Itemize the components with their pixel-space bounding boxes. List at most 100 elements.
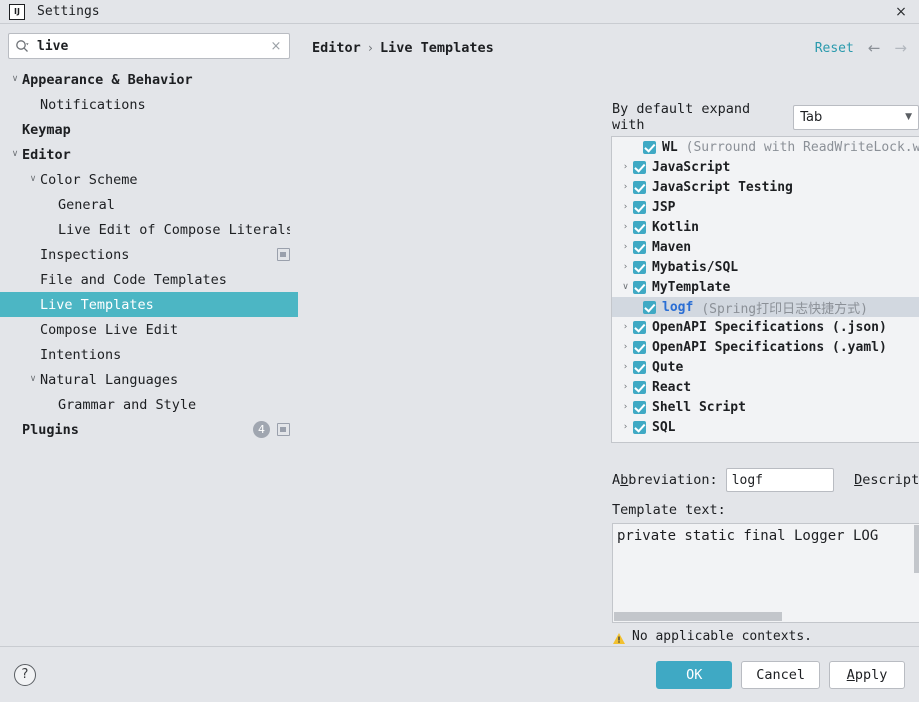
chevron-right-icon[interactable]: › (618, 382, 633, 392)
template-text-vscrollbar[interactable] (914, 525, 919, 573)
sidebar-item-label: File and Code Templates (40, 271, 227, 288)
clear-search-icon[interactable]: × (269, 39, 283, 54)
sidebar-item-notifications[interactable]: ∨Notifications (0, 92, 298, 117)
chevron-right-icon[interactable]: › (618, 262, 633, 272)
back-arrow-icon[interactable]: ← (868, 39, 881, 57)
template-checkbox[interactable] (633, 360, 646, 374)
sidebar-item-live-edit-of-compose-literals[interactable]: ∨Live Edit of Compose Literals (0, 217, 298, 242)
sidebar-item-appearance-behavior[interactable]: ∨ Appearance & Behavior (0, 67, 298, 92)
chevron-right-icon[interactable]: › (618, 242, 633, 252)
breadcrumb-root[interactable]: Editor (312, 40, 361, 56)
search-row: live × (0, 25, 298, 63)
help-button[interactable]: ? (14, 663, 36, 686)
template-checkbox[interactable] (633, 200, 646, 214)
sidebar-item-compose-live-edit[interactable]: ∨Compose Live Edit (0, 317, 298, 342)
template-row[interactable]: logf (Spring打印日志快捷方式) (612, 297, 919, 317)
template-checkbox[interactable] (633, 220, 646, 234)
template-name: Shell Script (652, 399, 746, 415)
template-checkbox[interactable] (633, 280, 646, 294)
sidebar-item-inspections[interactable]: ∨Inspections (0, 242, 298, 267)
chevron-down-icon[interactable]: ∨ (26, 175, 40, 184)
template-checkbox[interactable] (633, 340, 646, 354)
template-checkbox[interactable] (633, 420, 646, 434)
template-row[interactable]: ∨ MyTemplate (612, 277, 919, 297)
sidebar-item-natural-languages[interactable]: ∨ Natural Languages (0, 367, 298, 392)
close-icon[interactable]: × (893, 4, 909, 20)
template-row[interactable]: › JavaScript (612, 157, 919, 177)
sidebar-item-file-and-code-templates[interactable]: ∨File and Code Templates (0, 267, 298, 292)
template-checkbox[interactable] (633, 400, 646, 414)
template-row[interactable]: › JavaScript Testing (612, 177, 919, 197)
intellij-logo-icon: IJ (9, 3, 25, 20)
apply-button[interactable]: Apply (829, 660, 905, 689)
template-row[interactable]: › Qute (612, 357, 919, 377)
template-checkbox[interactable] (633, 380, 646, 394)
sidebar-item-grammar-and-style[interactable]: ∨Grammar and Style (0, 392, 298, 417)
chevron-right-icon[interactable]: › (618, 362, 633, 372)
template-row[interactable]: › Maven (612, 237, 919, 257)
chevron-right-icon[interactable]: › (618, 322, 633, 332)
sidebar-item-keymap[interactable]: ∨Keymap (0, 117, 298, 142)
sidebar-item-plugins[interactable]: ∨Plugins4 (0, 417, 298, 442)
sidebar-item-label: Natural Languages (40, 371, 179, 388)
sidebar-item-color-scheme[interactable]: ∨ Color Scheme (0, 167, 298, 192)
template-checkbox[interactable] (643, 140, 656, 154)
footer-buttons: OK Cancel Apply (656, 660, 905, 689)
settings-page-icon (277, 423, 290, 436)
chevron-right-icon[interactable]: › (618, 342, 633, 352)
template-checkbox[interactable] (633, 320, 646, 334)
window-title: Settings (37, 4, 100, 19)
template-text-label: Template text: (612, 502, 726, 518)
chevron-right-icon[interactable]: › (618, 202, 633, 212)
forward-arrow-icon[interactable]: → (894, 39, 907, 57)
chevron-right-icon[interactable]: › (618, 162, 633, 172)
template-row[interactable]: › Mybatis/SQL (612, 257, 919, 277)
sidebar-item-live-templates[interactable]: ∨Live Templates (0, 292, 298, 317)
template-row[interactable]: › OpenAPI Specifications (.json) (612, 317, 919, 337)
sidebar-item-intentions[interactable]: ∨Intentions (0, 342, 298, 367)
description-label: Description: (854, 472, 919, 488)
template-row[interactable]: WL (Surround with ReadWriteLock.writeLock… (612, 137, 919, 157)
ok-button[interactable]: OK (656, 660, 733, 689)
chevron-down-icon[interactable]: ∨ (26, 375, 40, 384)
template-row[interactable]: › React (612, 377, 919, 397)
template-name: JavaScript Testing (652, 179, 793, 195)
template-row[interactable]: › Shell Script (612, 397, 919, 417)
search-input[interactable]: live × (8, 33, 290, 59)
chevron-right-icon[interactable]: › (618, 422, 633, 432)
template-checkbox[interactable] (633, 160, 646, 174)
default-expand-select[interactable]: Tab ▼ (793, 104, 919, 130)
template-row[interactable]: › Kotlin (612, 217, 919, 237)
template-text-hscrollbar[interactable] (614, 612, 782, 621)
chevron-right-icon[interactable]: › (618, 222, 633, 232)
template-name: MyTemplate (652, 279, 731, 295)
chevron-right-icon[interactable]: › (618, 182, 633, 192)
sidebar-item-label: Inspections (40, 246, 130, 263)
settings-sidebar: live × ∨Appearance & Behavior∨Notificati… (0, 25, 298, 646)
template-name: Qute (652, 359, 684, 375)
chevron-down-icon[interactable]: ∨ (8, 150, 22, 159)
chevron-down-icon[interactable]: ∨ (618, 282, 633, 292)
templates-list[interactable]: WL (Surround with ReadWriteLock.writeLock… (611, 136, 919, 443)
template-checkbox[interactable] (633, 240, 646, 254)
sidebar-item-editor[interactable]: ∨ Editor (0, 142, 298, 167)
template-row[interactable]: › OpenAPI Specifications (.yaml) (612, 337, 919, 357)
template-row[interactable]: › SQL (612, 417, 919, 437)
chevron-down-icon[interactable]: ∨ (8, 75, 22, 84)
template-checkbox[interactable] (633, 180, 646, 194)
reset-link[interactable]: Reset (815, 41, 854, 56)
template-checkbox[interactable] (633, 260, 646, 274)
template-name: JSP (652, 199, 676, 215)
sidebar-item-label: Notifications (40, 96, 146, 113)
chevron-right-icon[interactable]: › (618, 402, 633, 412)
template-text-area[interactable]: private static final Logger LOG (612, 523, 919, 623)
abbreviation-input[interactable]: logf (725, 468, 835, 492)
template-row[interactable]: › JSP (612, 197, 919, 217)
cancel-button[interactable]: Cancel (741, 660, 820, 689)
sidebar-item-label: Intentions (40, 346, 122, 363)
sidebar-item-label: Appearance & Behavior (22, 71, 193, 88)
sidebar-item-label: Live Templates (40, 296, 154, 313)
template-checkbox[interactable] (643, 300, 656, 314)
search-value: live (37, 38, 69, 54)
sidebar-item-general[interactable]: ∨General (0, 192, 298, 217)
